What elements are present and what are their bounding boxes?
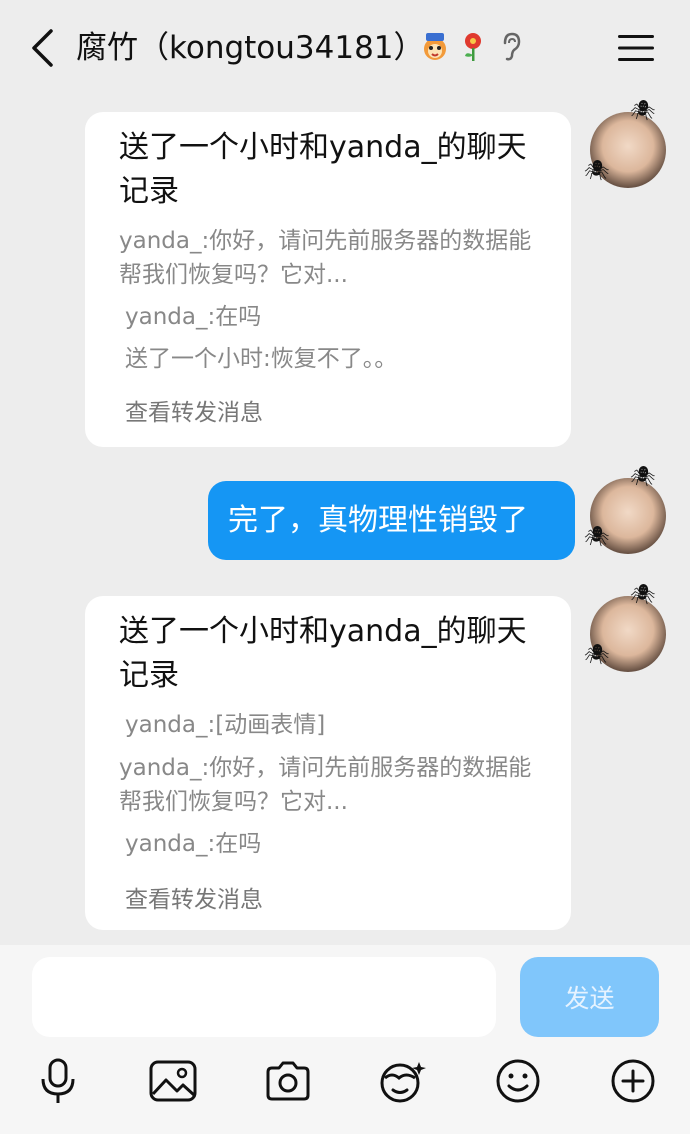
view-forwarded-link[interactable]: 查看转发消息 [125,883,263,917]
emoji-icon[interactable] [490,1053,546,1109]
plus-icon[interactable] [605,1053,661,1109]
sticker-icon[interactable] [374,1053,430,1109]
avatar[interactable]: 🕷 🕷 [584,584,666,672]
spider-decoration-icon: 🕷 [584,642,610,666]
forward-card-line: yanda_:[动画表情] [125,712,326,738]
spider-decoration-icon: 🕷 [584,158,610,182]
mic-icon[interactable] [30,1053,86,1109]
forward-card-line: yanda_:你好，请问先前服务器的数据能帮我们恢复吗？它对... [119,755,532,815]
forward-card-line: yanda_:你好，请问先前服务器的数据能帮我们恢复吗？它对... [119,228,532,288]
forward-card-line: yanda_:在吗 [125,304,262,330]
camera-icon[interactable] [260,1053,316,1109]
avatar[interactable]: 🕷 🕷 [584,466,666,554]
send-button[interactable]: 发送 [520,957,659,1037]
forward-card-title: 送了一个小时和yanda_的聊天记录 [119,614,527,693]
back-button[interactable] [22,28,62,68]
tiger-badge-icon[interactable] [420,30,450,64]
view-forwarded-link[interactable]: 查看转发消息 [125,396,263,430]
forward-card-line: yanda_:在吗 [125,831,262,857]
forward-card-line: 送了一个小时:恢复不了。。 [125,346,398,372]
spider-decoration-icon: 🕷 [630,98,656,122]
image-icon[interactable] [145,1053,201,1109]
forward-card[interactable]: 送了一个小时和yanda_的聊天记录 yanda_:[动画表情] yanda_:… [85,596,571,930]
chevron-left-icon [32,29,53,67]
forward-card-title: 送了一个小时和yanda_的聊天记录 [119,130,527,209]
message-input[interactable] [32,957,496,1037]
chat-header: 腐竹（kongtou34181） [0,0,690,96]
spider-decoration-icon: 🕷 [630,582,656,606]
hamburger-icon [618,35,654,61]
spider-decoration-icon: 🕷 [630,464,656,488]
chat-title[interactable]: 腐竹（kongtou34181） [76,24,425,72]
message-bubble[interactable]: 完了，真物理性销毁了 [208,481,575,560]
avatar[interactable]: 🕷 🕷 [584,100,666,188]
flower-badge-icon[interactable] [458,30,488,64]
composer-area: 发送 [0,945,690,1134]
forward-card[interactable]: 送了一个小时和yanda_的聊天记录 yanda_:你好，请问先前服务器的数据能… [85,112,571,447]
composer-toolbar [0,1053,690,1117]
menu-button[interactable] [612,28,660,68]
spider-decoration-icon: 🕷 [584,524,610,548]
ear-badge-icon[interactable] [496,30,526,64]
user-badges [420,30,526,64]
